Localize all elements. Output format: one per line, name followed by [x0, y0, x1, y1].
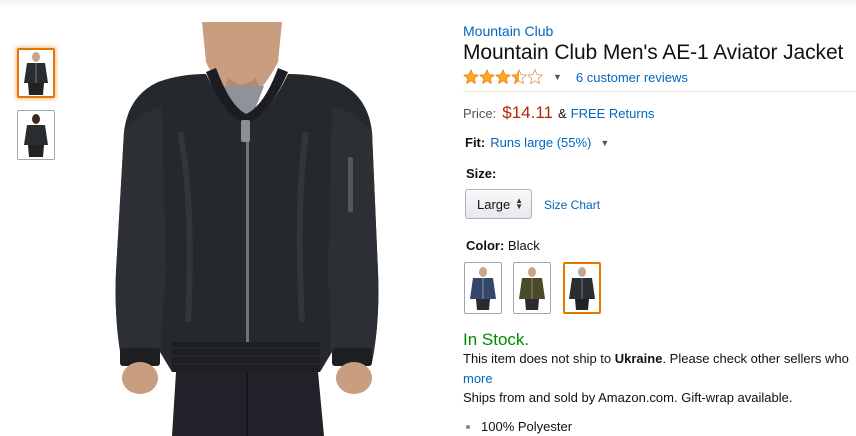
- jacket-thumbnail-image: [21, 51, 51, 95]
- size-dropdown[interactable]: Large ▲ ▼: [465, 189, 532, 219]
- star-full-icon: [479, 69, 495, 85]
- thumbnail-front[interactable]: [17, 48, 55, 98]
- bullet-dot-icon: [466, 424, 470, 429]
- price-value: $14.11: [502, 103, 553, 122]
- brand-link[interactable]: Mountain Club: [463, 23, 553, 39]
- color-swatch-navy[interactable]: [464, 262, 502, 314]
- olive-jacket-image: [519, 267, 545, 310]
- black-jacket-image: [569, 267, 595, 310]
- fit-value-link[interactable]: Runs large (55%): [490, 135, 591, 150]
- divider: [463, 91, 856, 92]
- availability-status: In Stock.: [463, 330, 530, 349]
- feature-bullet: 100% Polyester: [466, 419, 572, 434]
- product-title: Mountain Club Men's AE-1 Aviator Jacket: [463, 41, 844, 64]
- shipping-restriction-note: This item does not ship to Ukraine. Plea…: [463, 351, 849, 366]
- color-label: Color:: [466, 238, 505, 253]
- color-selected-value: Black: [507, 238, 540, 253]
- customer-reviews-link[interactable]: 6 customer reviews: [576, 70, 688, 85]
- price-ampersand: &: [557, 106, 567, 121]
- ship-note-suffix: . Please check other sellers who: [662, 351, 849, 366]
- size-chart-link[interactable]: Size Chart: [544, 198, 600, 212]
- feature-text: 100% Polyester: [481, 419, 573, 434]
- size-selected-value: Large: [477, 196, 511, 212]
- star-full-icon: [463, 69, 479, 85]
- ship-note-country: Ukraine: [614, 351, 663, 366]
- fit-label: Fit:: [465, 135, 486, 150]
- rating-chevron-down-icon[interactable]: ▼: [553, 72, 562, 82]
- star-rating[interactable]: [463, 69, 543, 85]
- size-label: Size:: [466, 166, 497, 181]
- ship-note-prefix: This item does not ship to: [463, 351, 615, 366]
- more-link[interactable]: more: [463, 371, 493, 386]
- price-row: Price: $14.11 & FREE Returns: [463, 103, 654, 123]
- ships-from-text: Ships from and sold by Amazon.com. Gift-…: [463, 390, 793, 405]
- free-returns-link[interactable]: FREE Returns: [571, 106, 655, 121]
- product-main-image: [115, 22, 379, 436]
- thumbnail-back[interactable]: [17, 110, 55, 160]
- star-full-icon: [495, 69, 511, 85]
- jacket-back-thumbnail-image: [21, 113, 51, 157]
- updown-chevron-icon: ▲ ▼: [515, 196, 523, 211]
- top-strip: [0, 0, 856, 8]
- star-empty-icon: [527, 69, 543, 85]
- price-label: Price:: [463, 106, 497, 121]
- color-swatch-black[interactable]: [563, 262, 601, 314]
- rating-row: ▼ 6 customer reviews: [463, 68, 688, 86]
- color-row: Color: Black: [466, 238, 540, 253]
- star-half-icon: [511, 69, 527, 85]
- fit-chevron-down-icon[interactable]: ▼: [600, 138, 609, 148]
- color-swatch-olive[interactable]: [513, 262, 551, 314]
- fit-row: Fit: Runs large (55%) ▼: [465, 135, 609, 150]
- navy-jacket-image: [470, 267, 496, 310]
